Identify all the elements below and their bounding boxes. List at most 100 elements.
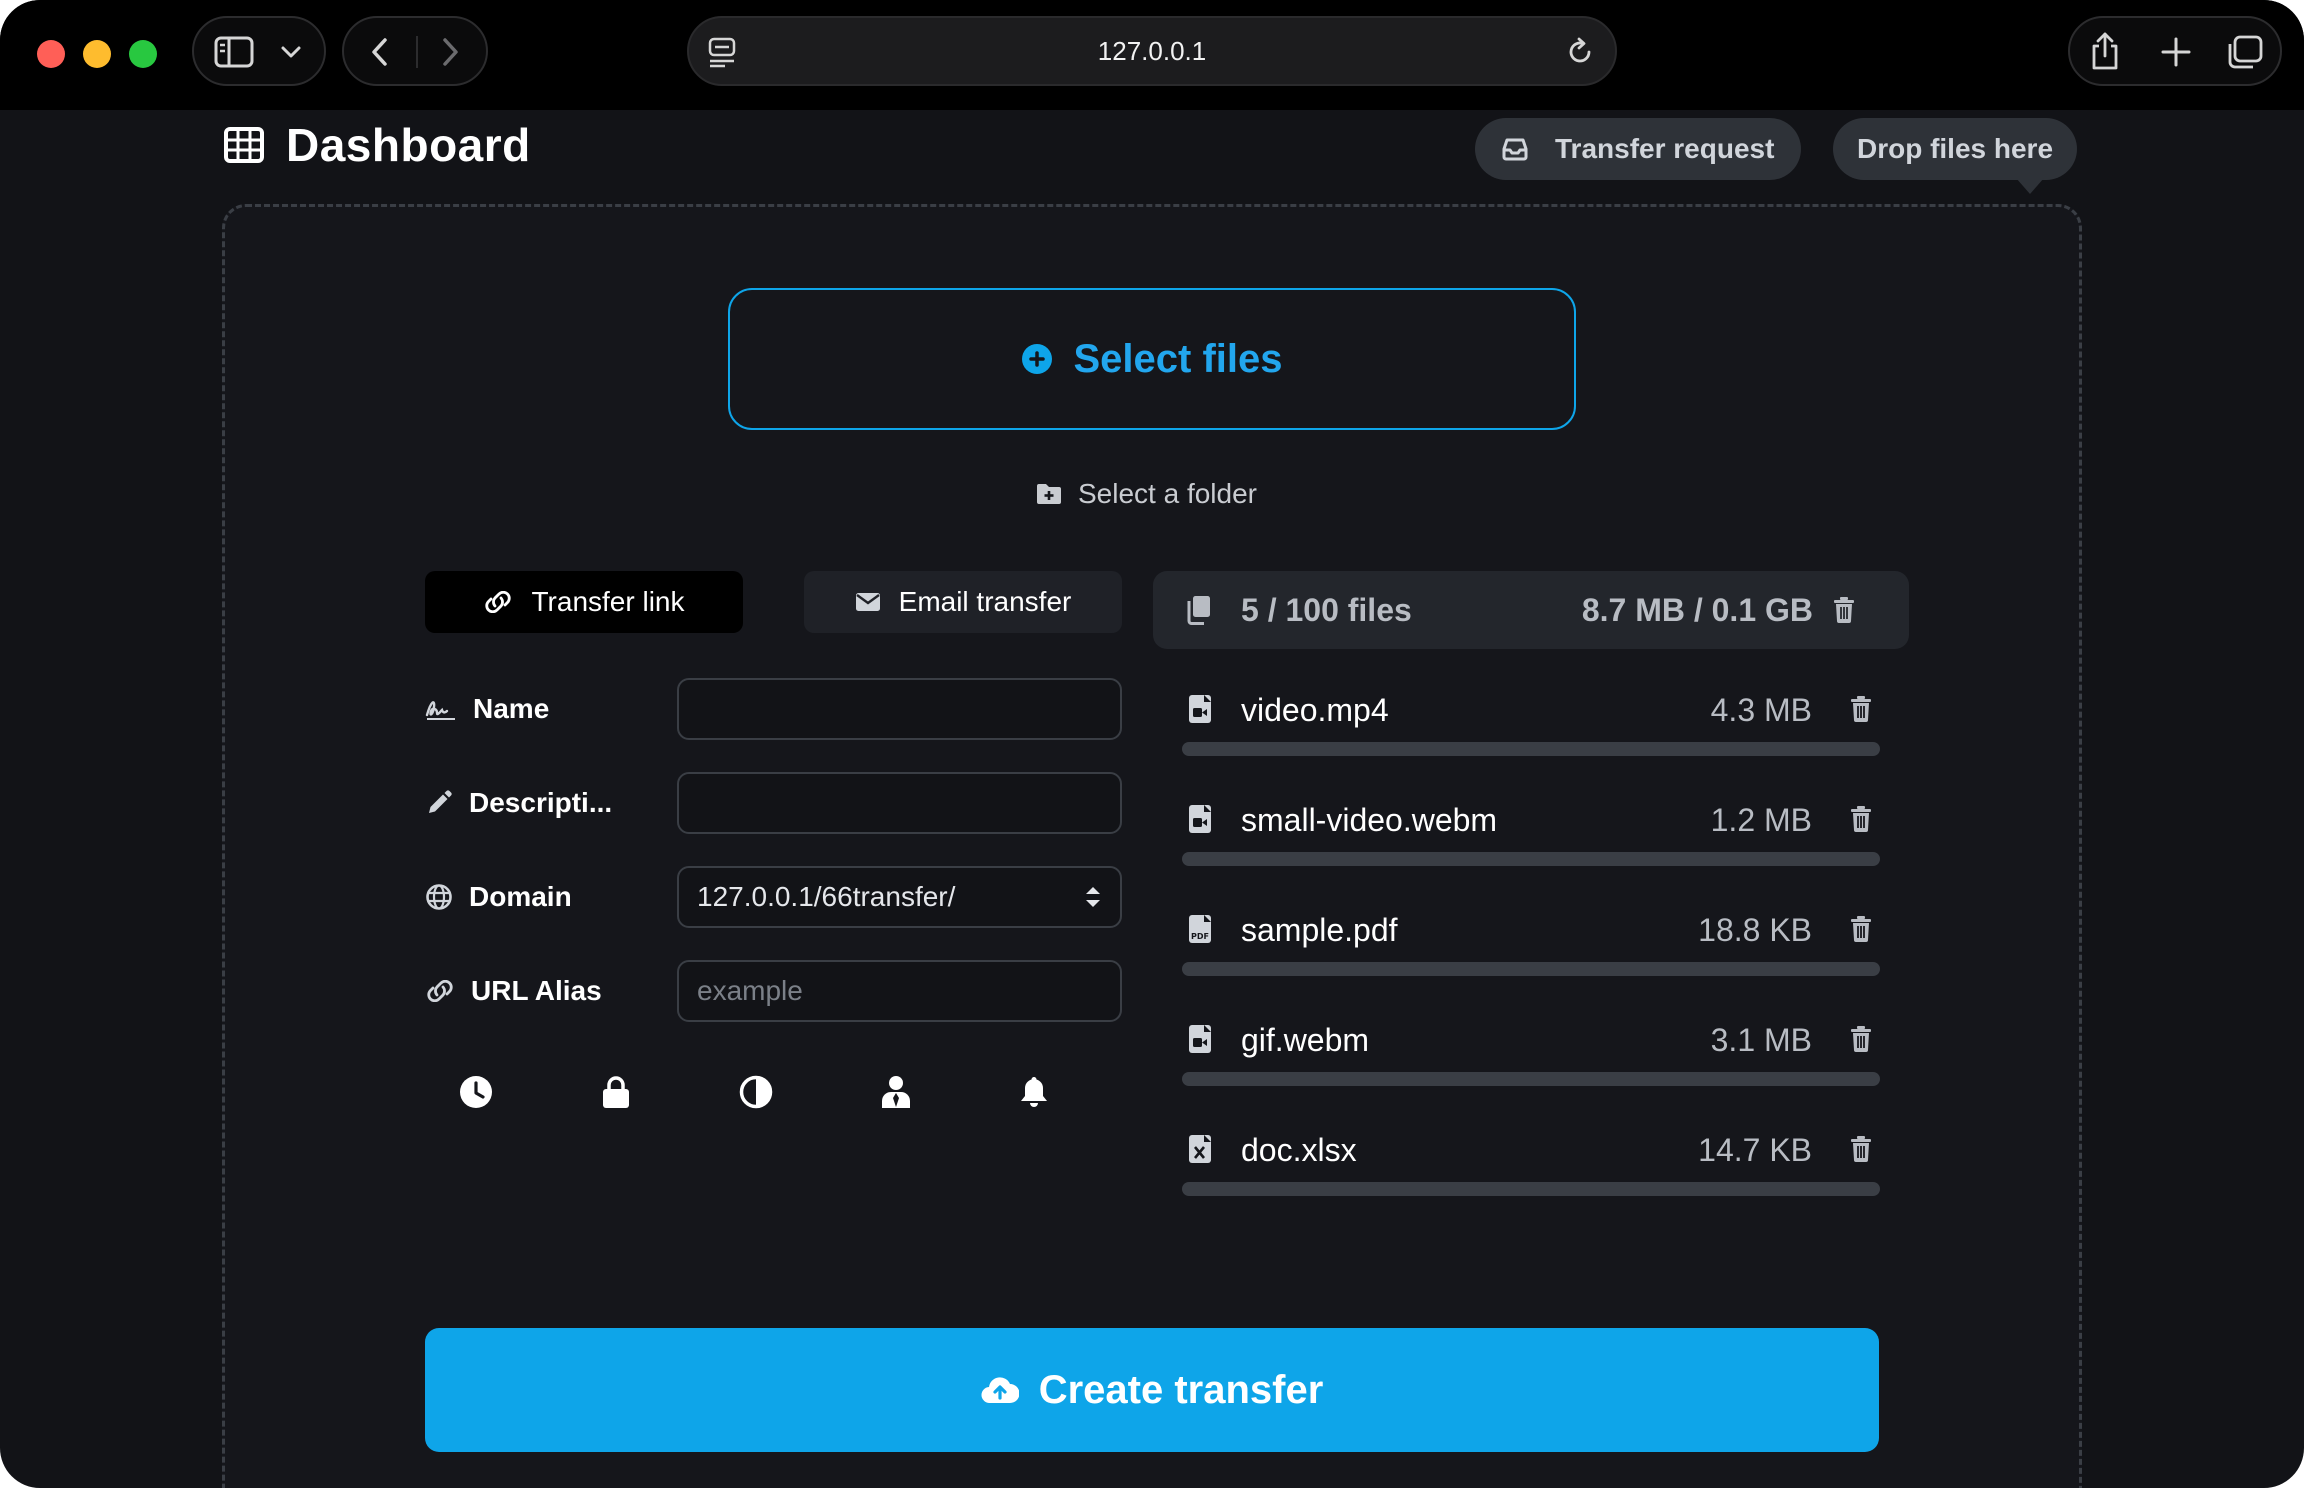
tab-transfer-link[interactable]: Transfer link	[425, 571, 743, 633]
new-tab-icon[interactable]	[2160, 36, 2192, 68]
browser-toolbar: 127.0.0.1	[0, 0, 2304, 110]
file-size: 3.1 MB	[1710, 1022, 1812, 1058]
sidebar-toggle-button[interactable]	[192, 16, 326, 86]
theme-option-button[interactable]	[732, 1068, 780, 1116]
close-window-button[interactable]	[37, 40, 65, 68]
signature-icon	[425, 701, 455, 720]
transfer-request-label: Transfer request	[1555, 133, 1775, 164]
url-alias-label: URL Alias	[425, 960, 602, 1022]
select-files-label: Select files	[1073, 336, 1283, 381]
pencil-icon	[429, 790, 452, 813]
recipient-option-button[interactable]	[872, 1068, 920, 1116]
minimize-window-button[interactable]	[83, 40, 111, 68]
svg-text:PDF: PDF	[1191, 932, 1209, 941]
reload-icon[interactable]	[1565, 36, 1595, 68]
remove-file-icon[interactable]	[1850, 696, 1872, 722]
description-label: Descripti...	[425, 772, 612, 834]
forward-button[interactable]	[438, 36, 462, 68]
tab-overview-icon[interactable]	[2226, 34, 2264, 70]
link-icon	[485, 591, 512, 613]
password-option-button[interactable]	[592, 1068, 640, 1116]
tab-email-transfer[interactable]: Email transfer	[804, 571, 1122, 633]
select-arrows-icon	[1086, 887, 1100, 907]
address-bar[interactable]: 127.0.0.1	[687, 16, 1617, 86]
remove-file-icon[interactable]	[1850, 1026, 1872, 1052]
globe-icon	[426, 884, 452, 910]
file-name: gif.webm	[1241, 1022, 1370, 1058]
browser-actions	[2068, 16, 2282, 86]
file-size: 14.7 KB	[1698, 1132, 1812, 1168]
transfer-request-button[interactable]: Transfer request	[1475, 118, 1801, 180]
remove-file-icon[interactable]	[1850, 806, 1872, 832]
file-list-item: PDF sample.pdf 18.8 KB	[1182, 900, 1880, 976]
trash-icon[interactable]	[1833, 597, 1855, 623]
file-size: 18.8 KB	[1698, 912, 1812, 948]
url-alias-row: URL Alias	[425, 960, 1122, 1022]
lock-icon	[603, 1076, 629, 1108]
back-button[interactable]	[368, 36, 392, 68]
notification-option-button[interactable]	[1010, 1068, 1058, 1116]
file-list-item: gif.webm 3.1 MB	[1182, 1010, 1880, 1086]
file-pdf-icon: PDF	[1189, 915, 1211, 943]
zoom-window-button[interactable]	[129, 40, 157, 68]
file-size: 1.2 MB	[1710, 802, 1812, 838]
select-files-button[interactable]: Select files	[728, 288, 1576, 430]
folder-plus-icon	[1037, 484, 1061, 504]
bell-icon	[1021, 1077, 1047, 1107]
link-icon	[427, 980, 453, 1002]
upload-progress-bar	[1182, 962, 1880, 976]
dashboard-title-text: Dashboard	[286, 119, 531, 171]
url-alias-input[interactable]	[677, 960, 1122, 1022]
remove-file-icon[interactable]	[1850, 1136, 1872, 1162]
chevron-down-icon	[281, 46, 301, 58]
file-name: doc.xlsx	[1241, 1132, 1357, 1168]
share-icon[interactable]	[2088, 30, 2122, 72]
create-transfer-label: Create transfer	[1038, 1367, 1324, 1412]
browser-window: 127.0.0.1 Dashboard Transfer request Dro…	[0, 0, 2304, 1488]
expiration-option-button[interactable]	[452, 1068, 500, 1116]
copy-files-icon	[1187, 596, 1210, 625]
select-folder-button[interactable]: Select a folder	[1036, 472, 1257, 516]
sidebar-icon	[214, 36, 254, 68]
history-nav	[342, 16, 488, 86]
domain-selected-value: 127.0.0.1/66transfer/	[697, 881, 956, 912]
domain-select[interactable]: 127.0.0.1/66transfer/	[677, 866, 1122, 928]
url-alias-label-text: URL Alias	[471, 975, 602, 1006]
upload-progress-bar	[1182, 852, 1880, 866]
inbox-icon	[1502, 138, 1528, 161]
upload-progress-bar	[1182, 1072, 1880, 1086]
file-name: video.mp4	[1241, 692, 1389, 728]
files-summary-bar: 5 / 100 files 8.7 MB / 0.1 GB	[1153, 571, 1909, 649]
description-input[interactable]	[677, 772, 1122, 834]
drop-files-label: Drop files here	[1856, 133, 2054, 164]
file-video-icon	[1189, 695, 1211, 723]
file-size: 4.3 MB	[1710, 692, 1812, 728]
select-folder-label: Select a folder	[1078, 478, 1257, 509]
domain-label-text: Domain	[469, 881, 572, 912]
description-row: Descripti...	[425, 772, 1122, 834]
remove-file-icon[interactable]	[1850, 916, 1872, 942]
page-title: Dashboard	[224, 115, 531, 175]
name-label-text: Name	[473, 693, 550, 724]
domain-row: Domain 127.0.0.1/66transfer/	[425, 866, 1122, 928]
total-size: 8.7 MB / 0.1 GB	[1581, 592, 1813, 628]
url-text: 127.0.0.1	[1097, 36, 1207, 66]
tab-email-transfer-label: Email transfer	[898, 586, 1072, 617]
file-excel-icon	[1189, 1135, 1211, 1163]
file-video-icon	[1189, 1025, 1211, 1053]
create-transfer-button[interactable]: Create transfer	[425, 1328, 1879, 1452]
description-label-text: Descripti...	[469, 787, 613, 818]
name-row: Name	[425, 678, 1122, 740]
name-label: Name	[425, 678, 549, 740]
domain-label: Domain	[425, 866, 572, 928]
transfer-options-bar	[452, 1068, 1092, 1116]
file-count: 5 / 100 files	[1241, 592, 1412, 628]
envelope-icon	[855, 593, 880, 611]
file-list-item: small-video.webm 1.2 MB	[1182, 790, 1880, 866]
contrast-icon	[739, 1075, 773, 1109]
file-list-item: video.mp4 4.3 MB	[1182, 680, 1880, 756]
file-name: small-video.webm	[1241, 802, 1498, 838]
tooltip-arrow	[2016, 178, 2044, 194]
name-input[interactable]	[677, 678, 1122, 740]
file-name: sample.pdf	[1241, 912, 1398, 948]
